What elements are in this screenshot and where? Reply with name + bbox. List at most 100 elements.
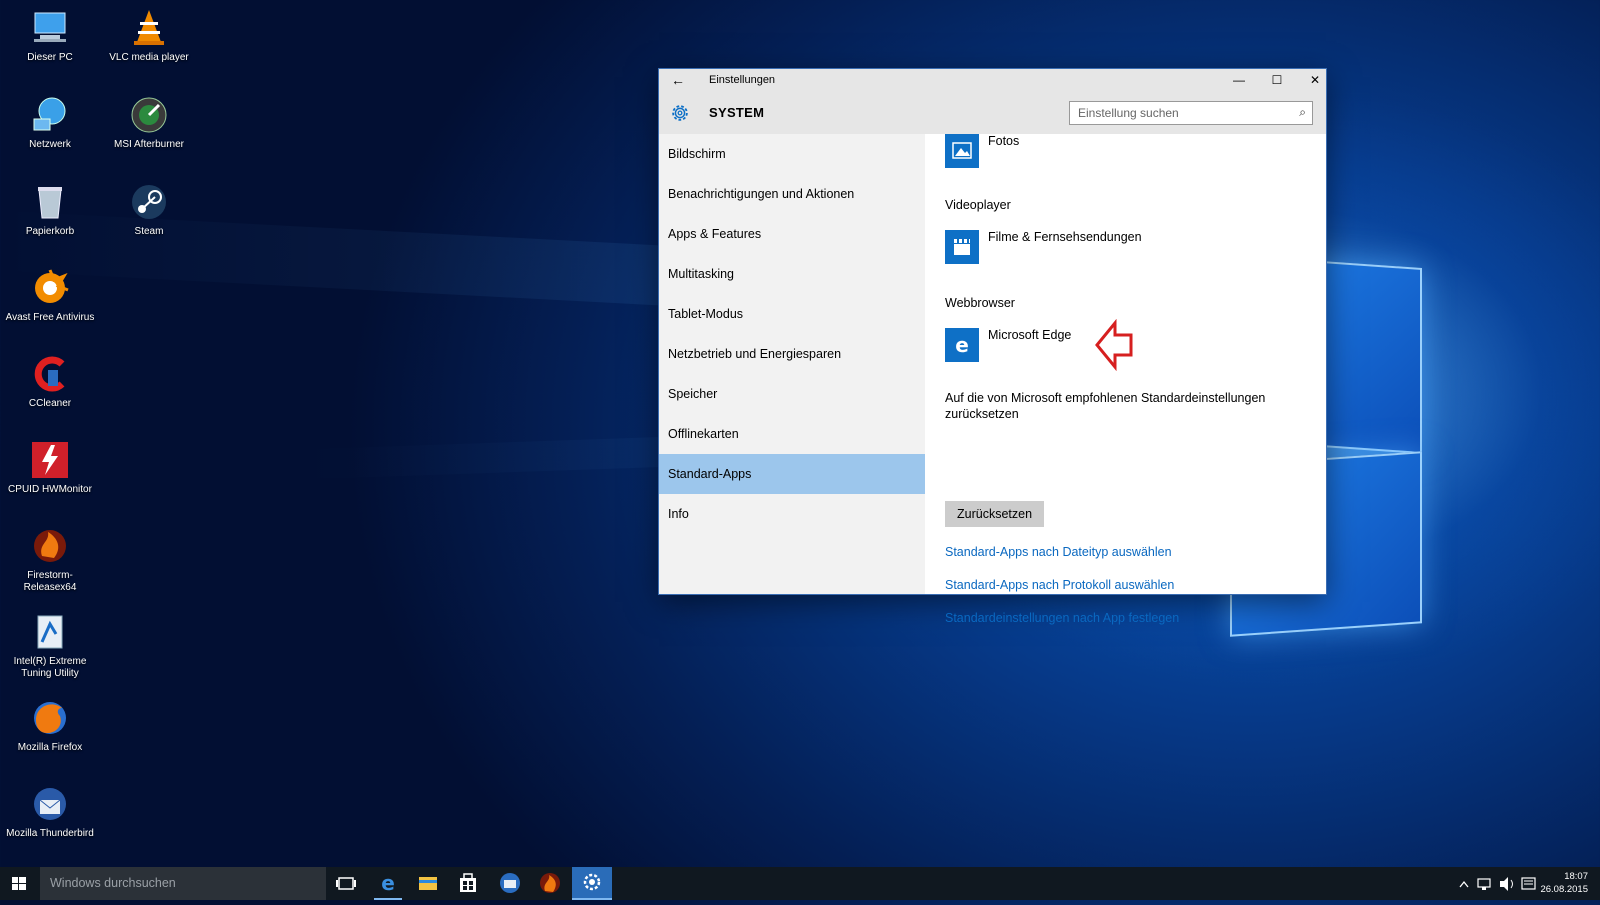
back-arrow-icon[interactable]: ←: [671, 73, 685, 87]
title-bar: ← Einstellungen — ☐ ✕: [659, 69, 1326, 92]
desktop-icon-msi-afterburner[interactable]: MSI Afterburner: [101, 95, 197, 151]
nav-item-speicher[interactable]: Speicher: [659, 374, 925, 414]
settings-search-input[interactable]: Einstellung suchen ⌕: [1069, 101, 1313, 125]
settings-icon: [583, 873, 601, 891]
search-placeholder: Einstellung suchen: [1078, 106, 1179, 120]
desktop-icon-label: Mozilla Thunderbird: [6, 828, 94, 839]
steam-icon: [129, 182, 169, 222]
nav-item-tablet-modus[interactable]: Tablet-Modus: [659, 294, 925, 334]
photos-app-name: Fotos: [988, 134, 1020, 148]
desktop-icon-vlc[interactable]: VLC media player: [101, 8, 197, 64]
firestorm-icon: [540, 873, 560, 893]
firefox-icon: [30, 698, 70, 738]
gear-icon: [672, 105, 688, 121]
taskbar-search-input[interactable]: Windows durchsuchen: [40, 867, 326, 900]
window-title: Einstellungen: [709, 74, 776, 86]
desktop-icon-label: Papierkorb: [25, 226, 75, 237]
taskbar-file-explorer[interactable]: [408, 867, 448, 900]
desktop-icon-label: Intel(R) Extreme Tuning Utility: [13, 656, 87, 679]
desktop-icon-label: Netzwerk: [29, 139, 71, 150]
taskbar-edge[interactable]: e: [368, 867, 408, 900]
desktop-icon-label: Steam: [134, 226, 164, 237]
red-arrow-annotation-icon: [1095, 319, 1133, 371]
desktop-icon-ccleaner[interactable]: CCleaner: [2, 354, 98, 410]
nav-item-multitasking[interactable]: Multitasking: [659, 254, 925, 294]
file-explorer-icon: [419, 877, 437, 890]
desktop-icon-netzwerk[interactable]: Netzwerk: [2, 95, 98, 151]
msi-afterburner-icon: [129, 95, 169, 135]
videoplayer-app-name: Filme & Fernsehsendungen: [988, 230, 1142, 244]
network-icon: [1477, 878, 1491, 888]
desktop-icon-label: VLC media player: [109, 52, 189, 63]
svg-text:e: e: [955, 333, 969, 357]
hwmonitor-icon: [30, 440, 70, 480]
volume-icon: [1500, 877, 1508, 891]
desktop-icon-label: CCleaner: [28, 398, 72, 409]
taskbar-firestorm[interactable]: [530, 867, 570, 900]
desktop-icon-label: Firestorm-Releasex64: [23, 570, 77, 593]
firestorm-icon: [30, 526, 70, 566]
task-view-icon: [336, 877, 356, 890]
vlc-cone-icon: [129, 8, 169, 48]
nav-item-info[interactable]: Info: [659, 494, 925, 534]
desktop-icon-thunderbird[interactable]: Mozilla Thunderbird: [2, 784, 98, 840]
start-button[interactable]: [0, 867, 38, 900]
settings-content: Fotos Videoplayer Filme & Fernsehsendung…: [925, 134, 1326, 625]
nav-item-bildschirm[interactable]: Bildschirm: [659, 134, 925, 174]
settings-header: SYSTEM Einstellung suchen ⌕: [659, 92, 1326, 134]
nav-item-benachrichtigungen[interactable]: Benachrichtigungen und Aktionen: [659, 174, 925, 214]
svg-text:e: e: [381, 871, 395, 895]
desktop-icon-label: Avast Free Antivirus: [5, 312, 95, 323]
edge-icon: e: [945, 328, 979, 362]
chevron-up-icon: [1459, 880, 1469, 888]
desktop-icon-steam[interactable]: Steam: [101, 182, 197, 238]
desktop-icon-avast[interactable]: Avast Free Antivirus: [2, 268, 98, 324]
system-tray: [1452, 867, 1552, 900]
avast-icon: [30, 268, 70, 308]
section-title: SYSTEM: [709, 105, 765, 120]
webbrowser-heading: Webbrowser: [945, 296, 1015, 310]
clock-time: 18:07: [1564, 871, 1588, 882]
nav-item-apps-features[interactable]: Apps & Features: [659, 214, 925, 254]
nav-item-offlinekarten[interactable]: Offlinekarten: [659, 414, 925, 454]
link-defaults-by-app[interactable]: Standardeinstellungen nach App festlegen: [945, 611, 1179, 625]
desktop-icon-label: Dieser PC: [27, 52, 73, 63]
nav-item-standard-apps[interactable]: Standard-Apps: [659, 454, 925, 494]
desktop-icon-firestorm[interactable]: Firestorm-Releasex64: [2, 526, 98, 594]
search-icon[interactable]: ⌕: [1299, 105, 1306, 120]
desktop-icon-papierkorb[interactable]: Papierkorb: [2, 182, 98, 238]
nav-item-netzbetrieb[interactable]: Netzbetrieb und Energiesparen: [659, 334, 925, 374]
store-icon: [460, 873, 476, 892]
clock-date: 26.08.2015: [1540, 884, 1588, 895]
webbrowser-app-name: Microsoft Edge: [988, 328, 1072, 342]
network-globe-icon: [30, 95, 70, 135]
edge-icon: e: [381, 871, 395, 895]
close-button[interactable]: ✕: [1305, 72, 1325, 88]
task-view-button[interactable]: [326, 867, 366, 900]
maximize-button[interactable]: ☐: [1267, 72, 1287, 88]
desktop-icon-intel-xtu[interactable]: Intel(R) Extreme Tuning Utility: [2, 612, 98, 680]
movies-tv-icon: [945, 230, 979, 264]
desktop-icon-firefox[interactable]: Mozilla Firefox: [2, 698, 98, 754]
settings-nav: Bildschirm Benachrichtigungen und Aktion…: [659, 134, 925, 594]
reset-description: Auf die von Microsoft empfohlenen Standa…: [945, 391, 1266, 421]
desktop-icon-label: CPUID HWMonitor: [8, 484, 92, 495]
link-apps-by-protocol[interactable]: Standard-Apps nach Protokoll auswählen: [945, 578, 1174, 592]
ccleaner-icon: [30, 354, 70, 394]
minimize-button[interactable]: —: [1229, 72, 1249, 88]
computer-icon: [30, 8, 70, 48]
settings-window: ← Einstellungen — ☐ ✕ SYSTEM Einstellung…: [659, 69, 1326, 625]
desktop-icon-label: Mozilla Firefox: [17, 742, 83, 753]
desktop-icon-dieser-pc[interactable]: Dieser PC: [2, 8, 98, 64]
windows-logo-icon: [12, 877, 26, 890]
taskbar-clock[interactable]: 18:07 26.08.2015: [1540, 870, 1588, 896]
desktop-icon-label: MSI Afterburner: [113, 139, 185, 150]
link-apps-by-filetype[interactable]: Standard-Apps nach Dateityp auswählen: [945, 545, 1172, 559]
thunderbird-icon: [500, 873, 520, 893]
taskbar-thunderbird[interactable]: [490, 867, 530, 900]
taskbar-settings[interactable]: [572, 867, 612, 900]
desktop-icon-hwmonitor[interactable]: CPUID HWMonitor: [2, 440, 98, 496]
taskbar-store[interactable]: [448, 867, 488, 900]
photos-app-icon: [945, 134, 979, 168]
reset-button[interactable]: Zurücksetzen: [945, 501, 1045, 527]
